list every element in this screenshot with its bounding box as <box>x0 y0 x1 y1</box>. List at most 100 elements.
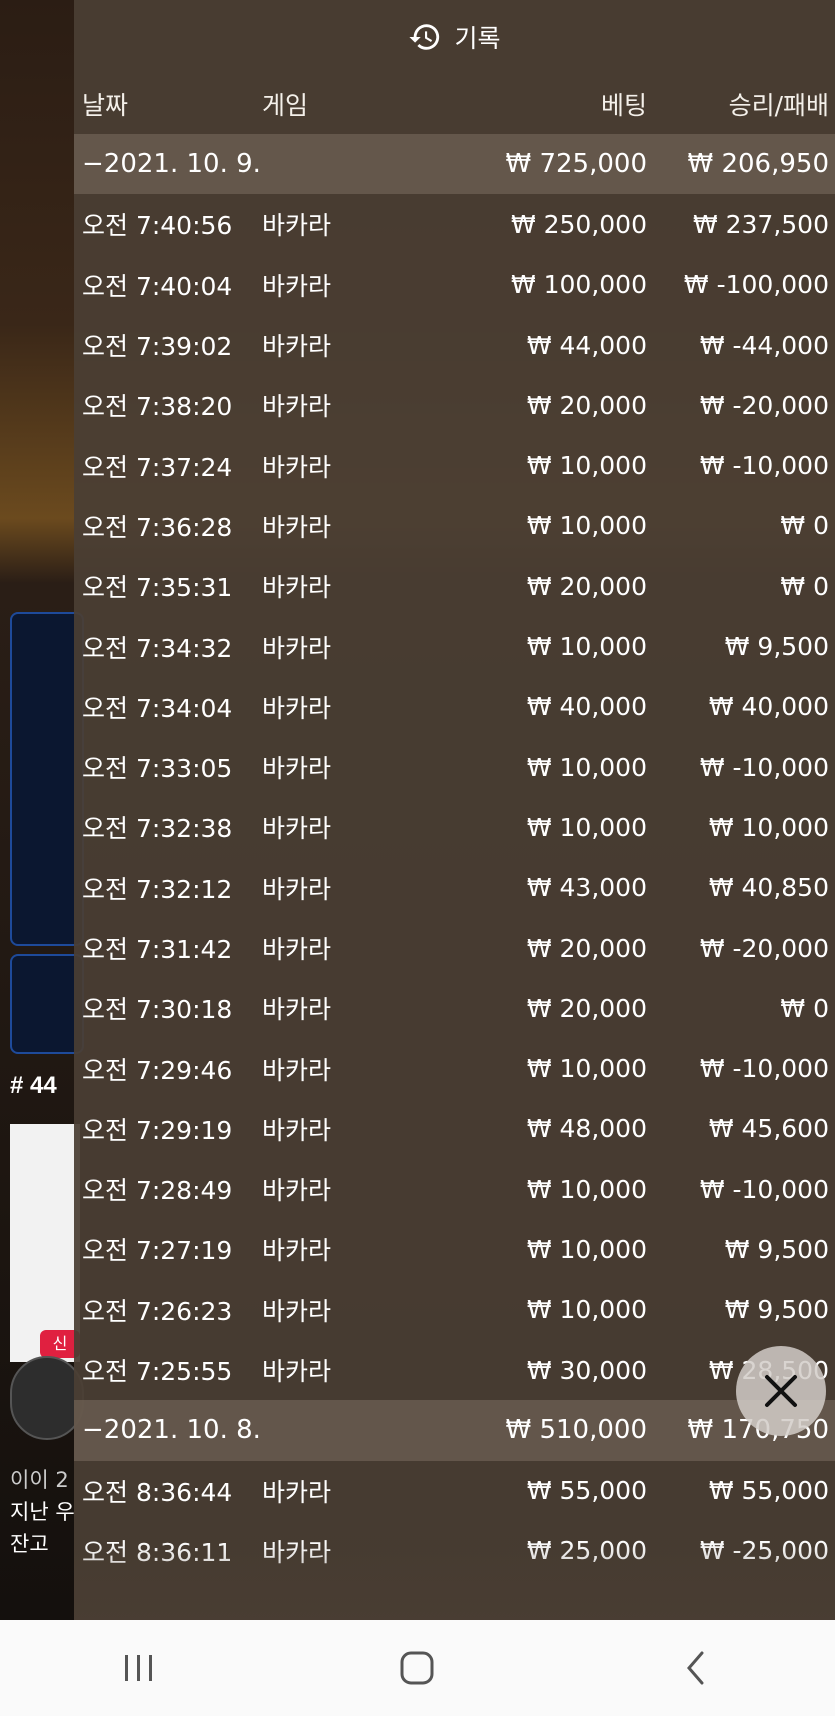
row-win-loss: ₩ 0 <box>780 511 829 541</box>
row-time: 오전 7:29:46 <box>82 1055 233 1085</box>
row-time: 오전 7:28:49 <box>82 1176 233 1206</box>
history-row[interactable]: 오전 7:29:46 바카라 ₩ 10,000 ₩ -10,000 <box>74 1038 835 1098</box>
bet-area-card-small[interactable] <box>10 954 84 1054</box>
row-time: 오전 7:40:56 <box>82 211 233 241</box>
row-time: 오전 7:32:38 <box>82 814 233 844</box>
row-bet: ₩ 20,000 <box>526 933 647 963</box>
group-win-total: ₩ 206,950 <box>687 149 830 180</box>
row-game: 바카라 <box>262 332 332 362</box>
row-win-loss: ₩ 45,600 <box>708 1114 829 1144</box>
recent-apps-button[interactable] <box>109 1638 169 1698</box>
row-time: 오전 7:39:02 <box>82 332 233 362</box>
history-row[interactable]: 오전 7:28:49 바카라 ₩ 10,000 ₩ -10,000 <box>74 1159 835 1219</box>
bet-area-card[interactable] <box>10 612 84 946</box>
row-bet: ₩ 10,000 <box>526 812 647 842</box>
history-row[interactable]: 오전 7:30:18 바카라 ₩ 20,000 ₩ 0 <box>74 978 835 1038</box>
row-time: 오전 7:36:28 <box>82 512 233 542</box>
chip-icon[interactable] <box>10 1356 84 1440</box>
row-time: 오전 7:32:12 <box>82 874 233 904</box>
row-bet: ₩ 10,000 <box>526 1234 647 1264</box>
history-row[interactable]: 오전 7:37:24 바카라 ₩ 10,000 ₩ -10,000 <box>74 435 835 495</box>
history-row[interactable]: 오전 7:33:05 바카라 ₩ 10,000 ₩ -10,000 <box>74 737 835 797</box>
system-navbar <box>0 1620 835 1716</box>
row-win-loss: ₩ 237,500 <box>692 209 829 239</box>
row-game: 바카라 <box>262 633 332 663</box>
history-row[interactable]: 오전 8:36:11 바카라 ₩ 25,000 ₩ -25,000 <box>74 1521 835 1581</box>
row-game: 바카라 <box>262 1176 332 1206</box>
row-game: 바카라 <box>262 1055 332 1085</box>
row-bet: ₩ 44,000 <box>526 330 647 360</box>
history-row[interactable]: 오전 7:25:55바카라₩ 30,000₩ 28,500 <box>74 1340 835 1400</box>
row-time: 오전 8:36:44 <box>82 1477 233 1507</box>
footer-line-2: 지난 우 <box>10 1500 75 1524</box>
history-row[interactable]: 오전 7:34:32 바카라 ₩ 10,000 ₩ 9,500 <box>74 616 835 676</box>
history-row[interactable]: 오전 7:34:04 바카라 ₩ 40,000 ₩ 40,000 <box>74 677 835 737</box>
row-game: 바카라 <box>262 693 332 723</box>
date-group-row[interactable]: −2021. 10. 9. ₩ 725,000 ₩ 206,950 <box>74 134 835 195</box>
row-win-loss: ₩ -20,000 <box>699 933 829 963</box>
balance-label: 잔고 <box>10 1532 49 1556</box>
back-icon <box>686 1651 704 1685</box>
row-game: 바카라 <box>262 1357 332 1387</box>
row-time: 오전 7:35:31 <box>82 573 233 603</box>
row-game: 바카라 <box>262 1115 332 1145</box>
row-time: 오전 7:33:05 <box>82 754 233 784</box>
row-game: 바카라 <box>262 754 332 784</box>
close-button[interactable] <box>736 1346 826 1436</box>
home-button[interactable] <box>387 1638 447 1698</box>
history-row[interactable]: 오전 7:26:23 바카라 ₩ 10,000 ₩ 9,500 <box>74 1280 835 1340</box>
group-date: −2021. 10. 9. <box>82 149 261 180</box>
column-win-loss: 승리/패배 <box>728 91 829 120</box>
row-bet: ₩ 250,000 <box>510 209 647 239</box>
history-row[interactable]: 오전 7:40:04 바카라 ₩ 100,000 ₩ -100,000 <box>74 255 835 315</box>
history-icon <box>409 24 440 50</box>
recent-apps-icon <box>125 1655 153 1681</box>
history-row[interactable]: 오전 7:27:19 바카라 ₩ 10,000 ₩ 9,500 <box>74 1219 835 1279</box>
history-row[interactable]: 오전 7:32:12 바카라 ₩ 43,000 ₩ 40,850 <box>74 858 835 918</box>
row-bet: ₩ 48,000 <box>526 1114 647 1144</box>
row-win-loss: ₩ 9,500 <box>724 1234 829 1264</box>
row-win-loss: ₩ 0 <box>780 571 829 601</box>
row-game: 바카라 <box>262 271 332 301</box>
footer-line-1: 이이 2 <box>10 1468 69 1492</box>
history-row[interactable]: 오전 8:36:44 바카라 ₩ 55,000 ₩ 55,000 <box>74 1461 835 1521</box>
row-bet: ₩ 10,000 <box>526 1174 647 1204</box>
row-bet: ₩ 30,000 <box>526 1355 647 1385</box>
row-bet: ₩ 10,000 <box>526 1295 647 1325</box>
round-label: # 44 <box>10 1072 57 1099</box>
row-time: 오전 7:29:19 <box>82 1115 233 1145</box>
row-win-loss: ₩ 0 <box>780 993 829 1023</box>
row-game: 바카라 <box>262 573 332 603</box>
row-time: 오전 7:34:04 <box>82 693 233 723</box>
row-bet: ₩ 10,000 <box>526 752 647 782</box>
history-row[interactable]: 오전 7:40:56 바카라 ₩ 250,000 ₩ 237,500 <box>74 194 835 254</box>
row-win-loss: ₩ -10,000 <box>699 451 829 481</box>
group-bet-total: ₩ 510,000 <box>505 1415 648 1446</box>
history-row[interactable]: 오전 7:35:31 바카라 ₩ 20,000 ₩ 0 <box>74 556 835 616</box>
history-row[interactable]: 오전 7:32:38 바카라 ₩ 10,000 ₩ 10,000 <box>74 797 835 857</box>
history-row[interactable]: 오전 7:29:19 바카라 ₩ 48,000 ₩ 45,600 <box>74 1099 835 1159</box>
row-win-loss: ₩ -20,000 <box>699 390 829 420</box>
row-win-loss: ₩ -44,000 <box>699 330 829 360</box>
history-row[interactable]: 오전 7:39:02 바카라 ₩ 44,000 ₩ -44,000 <box>74 315 835 375</box>
row-win-loss: ₩ -10,000 <box>699 752 829 782</box>
history-row[interactable]: 오전 7:38:20 바카라 ₩ 20,000 ₩ -20,000 <box>74 375 835 435</box>
bead-road <box>10 1124 80 1362</box>
row-bet: ₩ 20,000 <box>526 571 647 601</box>
row-game: 바카라 <box>262 211 332 241</box>
row-win-loss: ₩ -10,000 <box>699 1054 829 1084</box>
row-win-loss: ₩ 9,500 <box>724 632 829 662</box>
row-game: 바카라 <box>262 1537 332 1567</box>
row-win-loss: ₩ -10,000 <box>699 1174 829 1204</box>
row-win-loss: ₩ 9,500 <box>724 1295 829 1325</box>
row-game: 바카라 <box>262 392 332 422</box>
history-row[interactable]: 오전 7:36:28 바카라 ₩ 10,000 ₩ 0 <box>74 496 835 556</box>
panel-title: 기록 <box>454 24 501 53</box>
back-button[interactable] <box>666 1638 726 1698</box>
row-game: 바카라 <box>262 874 332 904</box>
row-win-loss: ₩ 40,000 <box>708 692 829 722</box>
row-time: 오전 7:38:20 <box>82 392 233 422</box>
date-group-row[interactable]: −2021. 10. 8.₩ 510,000₩ 170,750 <box>74 1400 835 1461</box>
history-row[interactable]: 오전 7:31:42 바카라 ₩ 20,000 ₩ -20,000 <box>74 918 835 978</box>
panel-header: 기록 <box>74 0 835 74</box>
